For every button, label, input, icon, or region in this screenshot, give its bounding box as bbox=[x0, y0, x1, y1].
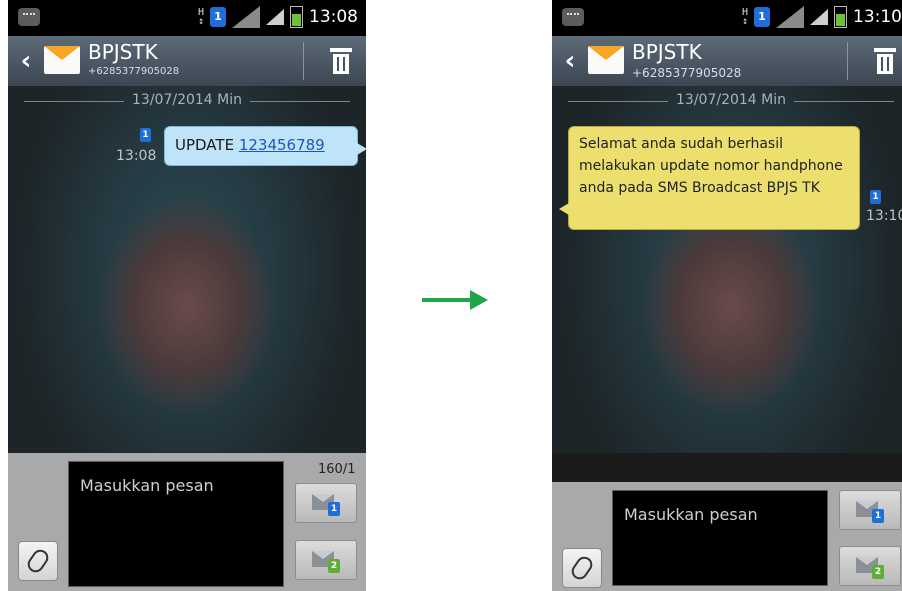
message-input[interactable]: Masukkan pesan bbox=[68, 461, 284, 587]
send-sim1-button[interactable]: 1 bbox=[295, 483, 357, 523]
status-time: 13:10 bbox=[853, 7, 902, 27]
message-link[interactable]: 123456789 bbox=[239, 136, 325, 154]
contact-name: BPJSTK bbox=[632, 40, 702, 64]
back-icon[interactable]: ‹ bbox=[560, 48, 580, 74]
header-divider bbox=[847, 42, 848, 80]
contact-number: +6285377905028 bbox=[632, 66, 742, 80]
sim1-icon: 1 bbox=[754, 7, 770, 27]
composer-bar: Masukkan pesan 160/1 1 2 bbox=[8, 453, 366, 591]
conversation-header: ‹ BPJSTK +6285377905028 bbox=[8, 36, 366, 86]
date-separator: 13/07/2014 Min bbox=[8, 92, 366, 110]
sim1-icon: 1 bbox=[210, 7, 226, 27]
network-type-icon: H ↕ bbox=[741, 7, 748, 27]
composer-bar: Masukkan pesan 1 2 bbox=[552, 482, 902, 591]
phone-screen-after: H ↕ 1 13:10 ‹ BPJSTK +6285377905028 13/07… bbox=[552, 0, 902, 591]
header-divider bbox=[303, 42, 304, 80]
network-type-icon: H ↕ bbox=[197, 7, 204, 27]
message-input[interactable]: Masukkan pesan bbox=[612, 490, 828, 586]
signal-icon bbox=[232, 6, 260, 28]
received-message-bubble[interactable]: Selamat anda sudah berhasil melakukan up… bbox=[559, 126, 860, 230]
chat-notification-icon bbox=[18, 8, 40, 26]
chat-notification-icon bbox=[562, 8, 584, 26]
attach-icon[interactable] bbox=[562, 548, 602, 588]
message-text: Selamat anda sudah berhasil melakukan up… bbox=[579, 136, 843, 196]
message-input-placeholder: Masukkan pesan bbox=[624, 505, 758, 524]
contact-name: BPJSTK bbox=[88, 40, 158, 64]
conversation-header: ‹ BPJSTK +6285377905028 bbox=[552, 36, 902, 86]
trash-icon[interactable] bbox=[874, 48, 896, 74]
message-time: 13:08 bbox=[116, 148, 157, 164]
sim2-badge: 2 bbox=[328, 559, 340, 573]
contact-number: +6285377905028 bbox=[88, 66, 180, 77]
battery-icon bbox=[834, 6, 847, 28]
date-separator: 13/07/2014 Min bbox=[552, 92, 902, 110]
sim1-icon: 1 bbox=[140, 128, 151, 142]
conversation-area[interactable]: 13/07/2014 Min Selamat anda sudah berhas… bbox=[552, 86, 902, 453]
mail-icon bbox=[588, 46, 624, 74]
send-sim2-button[interactable]: 2 bbox=[839, 546, 901, 586]
char-counter: 160/1 bbox=[318, 462, 356, 477]
sim2-badge: 2 bbox=[872, 565, 884, 579]
sim1-badge: 1 bbox=[872, 509, 884, 523]
message-time: 13:10 bbox=[866, 208, 902, 224]
trash-icon[interactable] bbox=[330, 48, 352, 74]
attach-icon[interactable] bbox=[18, 541, 58, 581]
conversation-area[interactable]: 13/07/2014 Min 1 13:08 UPDATE 123456789 bbox=[8, 86, 366, 453]
status-bar: H ↕ 1 13:08 bbox=[8, 0, 366, 36]
send-sim2-button[interactable]: 2 bbox=[295, 540, 357, 580]
back-icon[interactable]: ‹ bbox=[16, 48, 36, 74]
status-bar: H ↕ 1 13:10 bbox=[552, 0, 902, 36]
signal2-icon bbox=[810, 9, 828, 25]
signal-icon bbox=[776, 6, 804, 28]
signal2-icon bbox=[266, 9, 284, 25]
sim1-badge: 1 bbox=[328, 502, 340, 516]
message-input-placeholder: Masukkan pesan bbox=[80, 476, 214, 495]
mail-icon bbox=[44, 46, 80, 74]
date-text: 13/07/2014 Min bbox=[132, 92, 242, 108]
send-sim1-button[interactable]: 1 bbox=[839, 490, 901, 530]
battery-icon bbox=[290, 6, 303, 28]
status-time: 13:08 bbox=[309, 7, 358, 27]
sent-message-bubble[interactable]: UPDATE 123456789 bbox=[164, 126, 366, 166]
message-text: UPDATE bbox=[175, 136, 239, 154]
phone-screen-before: H ↕ 1 13:08 ‹ BPJSTK +6285377905028 13/07… bbox=[8, 0, 366, 591]
sim1-icon: 1 bbox=[870, 190, 881, 204]
arrow-right-icon bbox=[422, 287, 490, 313]
date-text: 13/07/2014 Min bbox=[676, 92, 786, 108]
